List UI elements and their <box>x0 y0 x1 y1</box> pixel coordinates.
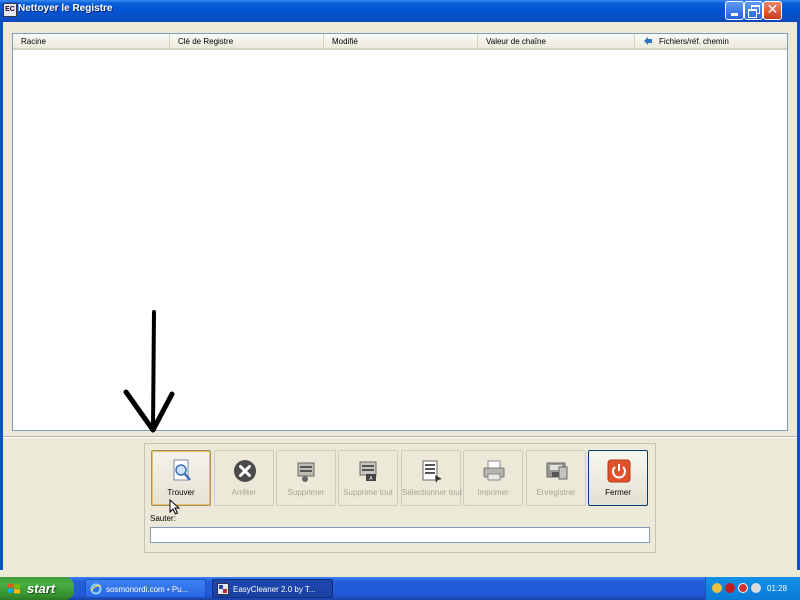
easycleaner-icon <box>217 583 229 595</box>
delete-all-icon: A <box>359 461 377 482</box>
save-icon <box>546 462 568 480</box>
title-bar[interactable]: EC Nettoyer le Registre ✕ <box>0 0 800 22</box>
window-title: Nettoyer le Registre <box>18 3 113 14</box>
trouver-button[interactable]: Trouver <box>151 450 211 506</box>
taskbar-item-easycleaner[interactable]: EasyCleaner 2.0 by T... <box>212 579 333 598</box>
taskbar-item-browser[interactable]: sosmonordi.com • Pu... <box>85 579 206 598</box>
system-tray: 01:28 <box>705 577 800 600</box>
fermer-label: Fermer <box>605 488 631 497</box>
delete-entries-icon <box>297 462 315 482</box>
enregistrer-button[interactable]: Enregistrer <box>526 450 586 506</box>
ie-icon <box>90 583 102 595</box>
supprime-tout-button[interactable]: A Supprime tout <box>338 450 398 506</box>
trouver-label: Trouver <box>167 488 195 497</box>
svg-text:A: A <box>369 476 373 482</box>
supprimer-button[interactable]: Supprimer <box>276 450 336 506</box>
column-header-cle[interactable]: Clé de Registre <box>170 34 324 48</box>
start-label: start <box>27 581 56 596</box>
printer-icon <box>483 460 505 481</box>
column-header-modifie[interactable]: Modifié <box>324 34 478 48</box>
sort-arrows-icon <box>644 37 652 45</box>
select-all-icon <box>422 460 442 483</box>
imprimer-label: Imprimer <box>477 488 509 497</box>
enregistrer-label: Enregistrer <box>536 488 576 497</box>
supprimer-label: Supprimer <box>287 488 325 497</box>
tray-network-icon[interactable] <box>751 583 761 593</box>
restore-icon-front <box>748 9 757 18</box>
windows-flag-icon <box>8 583 20 594</box>
power-icon <box>607 459 631 483</box>
window-frame-left <box>0 22 3 570</box>
taskbar: start sosmonordi.com • Pu... EasyCleaner… <box>0 577 800 600</box>
magnifier-document-icon <box>173 459 191 481</box>
tray-antivirus-icon[interactable] <box>738 583 748 593</box>
sauter-label: Sauter: <box>150 514 176 523</box>
minimize-button[interactable] <box>725 1 744 20</box>
maximize-button[interactable] <box>744 1 763 20</box>
mouse-cursor-icon <box>169 499 180 515</box>
column-header-fichiers-label: Fichiers/réf. chemin <box>659 37 729 46</box>
stop-x-icon <box>234 460 256 482</box>
imprimer-button[interactable]: Imprimer <box>463 450 523 506</box>
start-button[interactable]: start <box>0 577 74 600</box>
arreter-button[interactable]: Arrêter <box>214 450 274 506</box>
selectionner-tout-button[interactable]: Sélectionner tout <box>401 450 463 506</box>
fermer-button[interactable]: Fermer <box>588 450 648 506</box>
tray-hand-icon[interactable] <box>712 583 722 593</box>
taskbar-item-browser-label: sosmonordi.com • Pu... <box>106 585 189 594</box>
list-header: Racine Clé de Registre Modifié Valeur de… <box>13 34 787 50</box>
selectionner-tout-label: Sélectionner tout <box>402 488 463 497</box>
clock: 01:28 <box>767 584 788 593</box>
column-header-racine[interactable]: Racine <box>13 34 170 48</box>
column-header-fichiers[interactable]: Fichiers/réf. chemin <box>635 34 787 48</box>
annotation-arrow <box>123 310 175 433</box>
close-icon: ✕ <box>766 2 779 18</box>
taskbar-item-easycleaner-label: EasyCleaner 2.0 by T... <box>233 585 316 594</box>
app-icon: EC <box>3 3 17 17</box>
tray-shield-icon[interactable] <box>725 583 735 593</box>
arreter-label: Arrêter <box>231 488 257 497</box>
close-button[interactable]: ✕ <box>763 1 782 20</box>
minimize-icon <box>731 13 738 16</box>
supprime-tout-label: Supprime tout <box>343 488 393 497</box>
sauter-input[interactable] <box>150 527 650 543</box>
column-header-valeur[interactable]: Valeur de chaîne <box>478 34 635 48</box>
